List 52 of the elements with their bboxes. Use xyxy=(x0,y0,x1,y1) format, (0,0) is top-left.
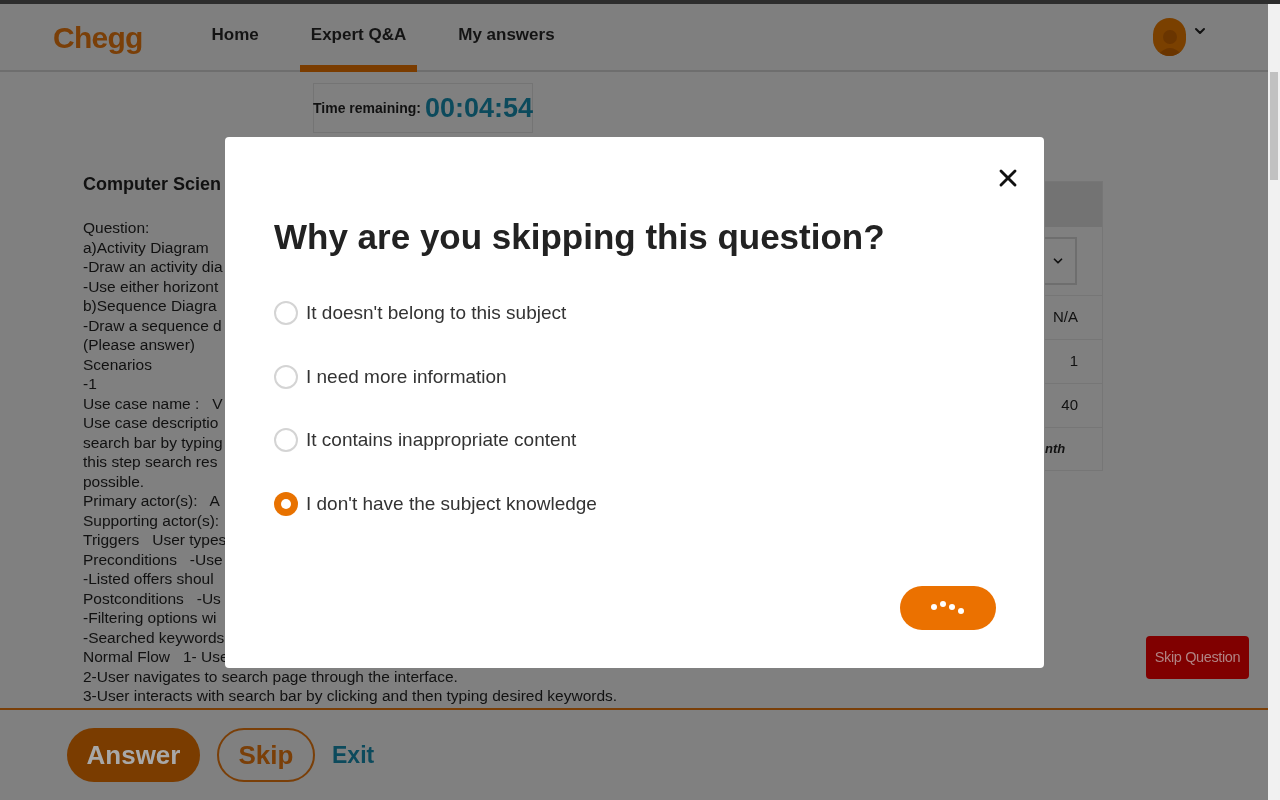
radio-button[interactable] xyxy=(274,364,298,389)
question-text-line: -Use either horizont xyxy=(83,276,219,296)
nav-tab[interactable]: Home xyxy=(200,4,270,72)
question-text-line: Preconditions -Use xyxy=(83,549,223,569)
question-text-line: -Filtering options wi xyxy=(83,608,217,628)
question-text-line: -Listed offers shoul xyxy=(83,569,214,589)
question-text-line: Use case descriptio xyxy=(83,413,219,433)
timer-value: 00:04:54 xyxy=(424,91,533,125)
question-text-line: 2-User navigates to search page through the interface. xyxy=(83,666,458,686)
avatar[interactable] xyxy=(1153,18,1186,56)
question-text-line: -Draw an activity dia xyxy=(83,257,223,277)
table-cell-text: 1 xyxy=(1069,351,1078,372)
option-label: It doesn't belong to this subject xyxy=(306,301,567,325)
radio-button[interactable] xyxy=(274,428,298,453)
table-footer-text: nth xyxy=(1045,440,1066,459)
question-text-line: (Please answer) xyxy=(83,335,195,355)
nav-tab[interactable]: My answers xyxy=(447,4,566,72)
skip-question-button[interactable]: Skip Question xyxy=(1146,636,1249,679)
table-cell-text: N/A xyxy=(1053,307,1078,328)
question-text-line: a)Activity Diagram xyxy=(83,237,209,257)
option-label: I need more information xyxy=(306,364,507,389)
radio-button[interactable] xyxy=(274,491,298,516)
option-label: I don't have the subject knowledge xyxy=(306,491,597,516)
question-text-line: Use case name : V xyxy=(83,393,223,413)
loading-dots-icon xyxy=(930,600,966,616)
question-text-line: -1 xyxy=(83,374,97,394)
scrollbar[interactable] xyxy=(1268,4,1280,800)
skip-button[interactable]: Skip xyxy=(217,728,315,782)
question-text-line: Triggers User types xyxy=(83,530,227,550)
question-text-line: b)Sequence Diagra xyxy=(83,296,217,316)
question-text-line: -Draw a sequence d xyxy=(83,315,222,335)
answer-button[interactable]: Answer xyxy=(67,728,200,782)
question-text-line: Question: xyxy=(83,218,150,238)
question-title: Computer Scien xyxy=(83,173,222,196)
question-text-line: possible. xyxy=(83,471,145,491)
question-text-line: 3-User interacts with search bar by clicking and then typing desired keywords. xyxy=(83,686,618,706)
question-text-line: -Searched keywords xyxy=(83,627,225,647)
dialog-title: Why are you skipping this question? xyxy=(274,216,886,258)
exit-link[interactable]: Exit xyxy=(332,737,375,773)
option-label: It contains inappropriate content xyxy=(306,428,577,452)
question-text-line: Primary actor(s): A xyxy=(83,491,220,511)
logo[interactable]: Chegg xyxy=(53,14,143,60)
question-text-line: Supporting actor(s): xyxy=(83,510,220,530)
question-text-line: Postconditions -Us xyxy=(83,588,221,608)
timer-label: Time remaining: xyxy=(313,98,421,118)
question-text-line: this step search res xyxy=(83,452,218,472)
table-cell-text: 40 xyxy=(1061,395,1078,416)
nav-tab[interactable]: Expert Q&A xyxy=(299,4,418,72)
submit-button[interactable] xyxy=(900,586,996,630)
question-text-line: Scenarios xyxy=(83,354,152,374)
question-text-line: search bar by typing xyxy=(83,432,223,452)
radio-button[interactable] xyxy=(274,301,298,326)
